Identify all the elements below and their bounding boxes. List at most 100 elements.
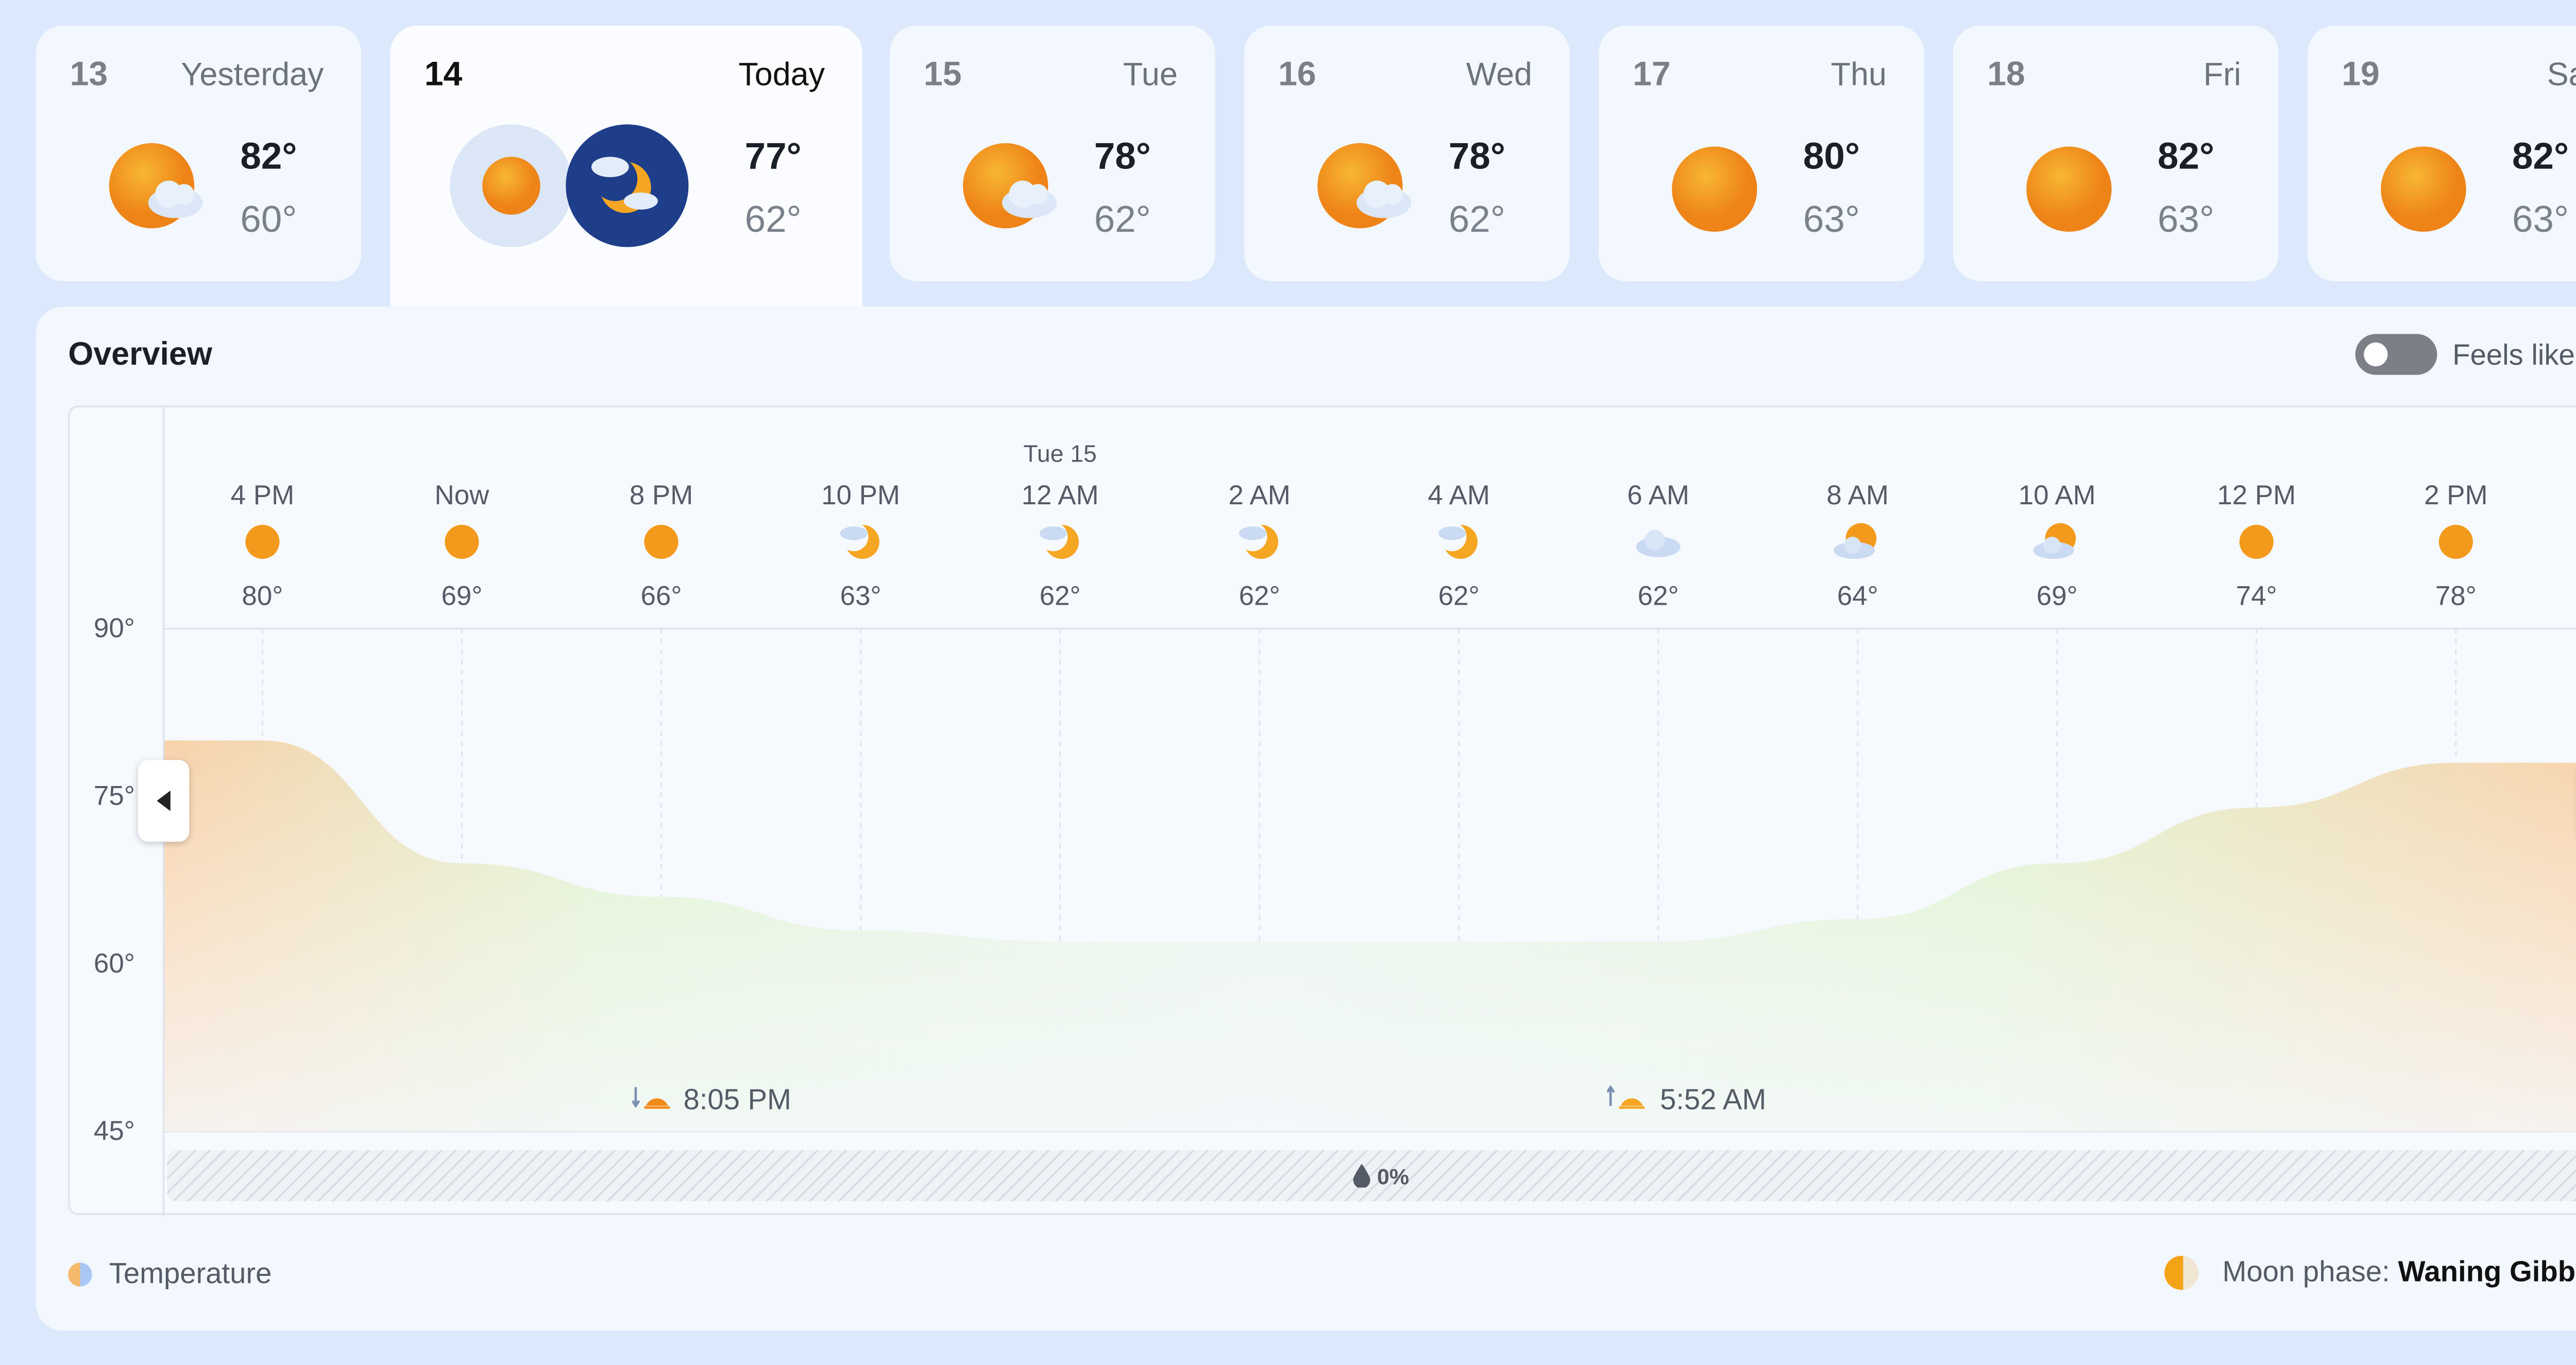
day-label: Today — [738, 58, 825, 94]
hour-column: 12 PM 74° — [2217, 480, 2296, 611]
sun-icon — [245, 524, 280, 559]
hour-temp: 63° — [840, 581, 882, 611]
precipitation-value: 0% — [1377, 1165, 1409, 1189]
low-temp: 62° — [1448, 197, 1505, 241]
high-temp: 80° — [1803, 134, 1860, 178]
sun-cloud-icon — [2033, 523, 2076, 559]
moon-cloud-icon — [1238, 522, 1278, 559]
y-tick-label: 60° — [94, 948, 135, 979]
sun-icon — [644, 524, 679, 559]
day-card-18[interactable]: 18 Fri 82° 63° — [1953, 25, 2279, 281]
temperature-legend-icon — [68, 1262, 92, 1287]
day-label: Fri — [2203, 58, 2242, 94]
high-temp: 78° — [1448, 134, 1505, 178]
day-number: 17 — [1633, 56, 1671, 94]
moon-cloud-icon — [1437, 522, 1478, 559]
hour-column: Now 69° — [435, 480, 490, 611]
precipitation-bar — [167, 1150, 2576, 1202]
hour-temp: 64° — [1837, 581, 1878, 611]
day-card-13[interactable]: 13 Yesterday 82° 60° — [36, 25, 362, 281]
day-label: Yesterday — [181, 58, 324, 94]
day-card-16[interactable]: 16 Wed 78° 62° — [1244, 25, 1570, 281]
day-number: 13 — [70, 56, 108, 94]
low-temp: 63° — [2157, 197, 2215, 241]
feels-like-label: Feels like — [2452, 339, 2575, 372]
high-temp: 78° — [1094, 134, 1151, 178]
high-temp: 82° — [240, 134, 297, 178]
hour-column: 2 PM 78° — [2424, 480, 2487, 611]
hour-label: 8 AM — [1826, 480, 1889, 510]
sun-icon — [2239, 524, 2274, 559]
hour-label: 6 AM — [1627, 480, 1689, 510]
high-temp: 82° — [2512, 134, 2569, 178]
y-tick-label: 90° — [94, 613, 135, 643]
day-number: 15 — [923, 56, 962, 94]
day-card-17[interactable]: 17 Thu 80° 63° — [1598, 25, 1924, 281]
chart-prev-button[interactable] — [138, 760, 190, 842]
day-card-15[interactable]: 15 Tue 78° 62° — [889, 25, 1215, 281]
toggle-knob — [2364, 342, 2388, 367]
day-number: 16 — [1278, 56, 1316, 94]
sun-icon — [445, 524, 479, 559]
hour-column: 6 AM 62° — [1627, 480, 1689, 611]
hour-column: 10 PM 63° — [821, 480, 900, 611]
hour-temp: 62° — [1040, 581, 1081, 611]
hour-temp: 78° — [2435, 581, 2477, 611]
sun-icon — [2438, 524, 2473, 559]
sun-cloud-icon — [1317, 143, 1412, 229]
day-label: Tue — [1123, 58, 1178, 94]
hour-temp: 62° — [1638, 581, 1679, 611]
temperature-legend-label: Temperature — [109, 1257, 272, 1290]
hour-temp: 80° — [242, 581, 283, 611]
moon-phase-value: Waning Gibbous — [2398, 1255, 2576, 1288]
low-temp: 62° — [744, 197, 802, 241]
hour-temp: 62° — [1239, 581, 1280, 611]
day-label: Sat — [2547, 58, 2576, 94]
y-tick-label: 75° — [94, 780, 135, 811]
hour-label: Now — [435, 480, 490, 510]
hour-label: 8 PM — [630, 480, 693, 510]
low-temp: 63° — [2512, 197, 2569, 241]
overview-title: Overview — [68, 337, 212, 373]
hour-label: 12 AM — [1022, 480, 1099, 510]
high-temp: 77° — [744, 134, 802, 178]
caret-left-icon — [157, 790, 171, 811]
hour-label: 10 PM — [821, 480, 900, 510]
hour-temp: 66° — [640, 581, 682, 611]
low-temp: 62° — [1094, 197, 1151, 241]
sun-icon — [2381, 146, 2466, 232]
y-tick-label: 45° — [94, 1116, 135, 1146]
day-number: 14 — [424, 56, 463, 94]
moon-phase-icon — [2164, 1255, 2199, 1290]
moon-cloud-icon — [839, 522, 879, 559]
day-number: 19 — [2342, 56, 2380, 94]
hour-column: 2 AM 62° — [1228, 480, 1291, 611]
hour-temp: 69° — [441, 581, 482, 611]
moon-cloud-icon — [1039, 522, 1079, 559]
feels-like-toggle[interactable] — [2355, 334, 2437, 375]
hour-column: 4 PM 80° — [231, 480, 294, 611]
sun-cloud-icon — [109, 143, 203, 229]
hour-label: 4 AM — [1428, 480, 1490, 510]
high-temp: 82° — [2157, 134, 2215, 178]
sun-and-moon-icon — [450, 124, 689, 247]
hourly-chart: 90° 75° 60° 45° 4 PM 80° Now 69° 8 PM 66° 10 PM 63… — [68, 405, 2576, 1217]
temperature-legend: Temperature — [68, 1257, 272, 1291]
day-card-14-today[interactable]: 14 Today 77° 62° — [390, 25, 862, 315]
sun-icon — [1672, 146, 1757, 232]
day-label: Wed — [1466, 58, 1532, 94]
moon-phase: Moon phase: Waning Gibbous — [2164, 1255, 2576, 1290]
hour-label: 12 PM — [2217, 480, 2296, 510]
low-temp: 60° — [240, 197, 297, 241]
day-number: 18 — [1987, 56, 2025, 94]
sunrise-time: 5:52 AM — [1660, 1083, 1766, 1116]
hour-temp: 62° — [1438, 581, 1480, 611]
hour-temp: 69° — [2037, 581, 2078, 611]
temperature-area-fade — [163, 740, 2576, 1132]
hour-label: 2 AM — [1228, 480, 1291, 510]
day-card-19[interactable]: 19 Sat 82° 63° — [2308, 25, 2576, 281]
overview-panel: Overview Feels like 90° 75° 60° 45° 4 PM… — [36, 306, 2576, 1331]
hour-label: 2 PM — [2424, 480, 2487, 510]
hourly-temperature-chart: 90° 75° 60° 45° 4 PM 80° Now 69° 8 PM 66° 10 PM 63… — [94, 407, 2576, 1217]
sun-icon — [2026, 146, 2112, 232]
